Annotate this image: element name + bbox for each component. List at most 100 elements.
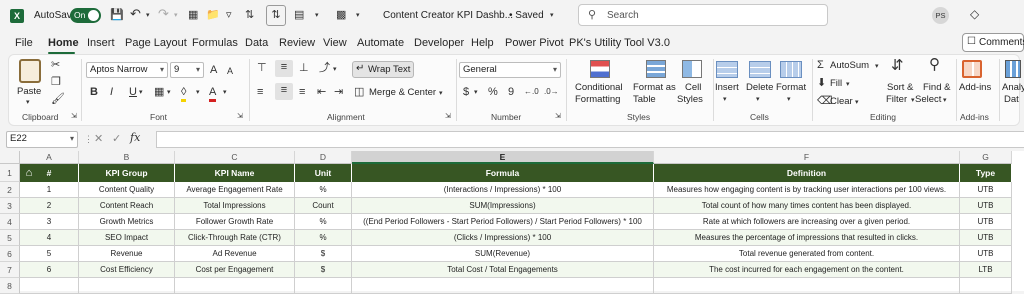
cell-f2[interactable]: Measures how engaging content is by trac…	[654, 182, 960, 198]
find-select-icon[interactable]: ⚲	[929, 57, 940, 72]
add-ins-button[interactable]: Add-ins	[959, 82, 991, 93]
autosum-dropdown-icon[interactable]: ▾	[875, 60, 879, 74]
borders-dropdown-icon[interactable]: ▾	[167, 86, 171, 100]
cancel-icon[interactable]: ✕	[94, 132, 103, 146]
cell-f3[interactable]: Total count of how many times content ha…	[654, 198, 960, 214]
cell-styles-label-1[interactable]: Cell	[685, 82, 701, 93]
cell-e5[interactable]: (Clicks / Impressions) * 100	[352, 230, 654, 246]
orientation-dropdown-icon[interactable]: ▾	[333, 63, 337, 77]
cell-g5[interactable]: UTB	[960, 230, 1012, 246]
touch-mode-icon[interactable]: ⇅	[266, 5, 286, 26]
wrap-text-button[interactable]: ↵ Wrap Text	[352, 61, 414, 78]
more-commands-icon[interactable]: ▾	[356, 9, 360, 23]
home-icon[interactable]: ⌂	[20, 164, 38, 182]
cell-e6[interactable]: SUM(Revenue)	[352, 246, 654, 262]
align-left-icon[interactable]: ≡	[257, 85, 263, 99]
row-header-6[interactable]: 6	[0, 246, 20, 262]
cell-a7[interactable]: 6	[20, 262, 79, 278]
cell-f5[interactable]: Measures the percentage of impressions t…	[654, 230, 960, 246]
conditional-formatting-label-1[interactable]: Conditional	[575, 82, 623, 93]
cell-d4[interactable]: %	[295, 214, 352, 230]
filter-icon[interactable]: ▿	[226, 8, 232, 22]
alignment-launcher-icon[interactable]: ⇲	[445, 110, 451, 124]
table-header-cell[interactable]: Formula	[352, 164, 654, 182]
cell-f4[interactable]: Rate at which followers are increasing o…	[654, 214, 960, 230]
row-header-1[interactable]: 1	[0, 164, 20, 182]
undo-dropdown-icon[interactable]: ▾	[146, 9, 150, 23]
cell-g6[interactable]: UTB	[960, 246, 1012, 262]
cell-b3[interactable]: Content Reach	[79, 198, 175, 214]
sort-dropdown-icon[interactable]: ▾	[911, 94, 915, 108]
row-header-4[interactable]: 4	[0, 214, 20, 230]
tab-view[interactable]: View	[323, 36, 347, 50]
tab-formulas[interactable]: Formulas	[192, 36, 238, 50]
table-header-cell[interactable]: Type	[960, 164, 1012, 182]
conditional-formatting-label-2[interactable]: Formatting	[575, 94, 620, 105]
empty-cell[interactable]	[175, 278, 295, 294]
format-as-table-label-2[interactable]: Table	[633, 94, 656, 105]
find-select-label-2[interactable]: Select	[915, 94, 941, 105]
italic-button[interactable]: I	[110, 85, 113, 99]
merge-dropdown-icon[interactable]: ▾	[439, 87, 443, 101]
copy-icon[interactable]: ❐	[51, 75, 61, 89]
enter-icon[interactable]: ✓	[112, 132, 121, 146]
cell-b7[interactable]: Cost Efficiency	[79, 262, 175, 278]
cell-g4[interactable]: UTB	[960, 214, 1012, 230]
font-launcher-icon[interactable]: ⇲	[237, 110, 243, 124]
cell-c5[interactable]: Click-Through Rate (CTR)	[175, 230, 295, 246]
column-header-b[interactable]: B	[79, 151, 175, 164]
decrease-font-button[interactable]: A	[227, 64, 233, 78]
font-name-dropdown[interactable]: Aptos Narrow ▾	[86, 62, 168, 78]
cell-d5[interactable]: %	[295, 230, 352, 246]
fill-color-icon[interactable]: ◊	[181, 85, 187, 102]
column-header-c[interactable]: C	[175, 151, 295, 164]
bold-button[interactable]: B	[90, 85, 98, 99]
add-ins-icon[interactable]	[962, 60, 982, 78]
delete-cells-icon[interactable]	[749, 61, 771, 78]
cell-b2[interactable]: Content Quality	[79, 182, 175, 198]
column-header-a[interactable]: A	[20, 151, 79, 164]
insert-function-icon[interactable]: fx	[130, 131, 140, 145]
decrease-indent-icon[interactable]: ⇤	[317, 85, 326, 99]
analyze-data-label-1[interactable]: Analy	[1002, 82, 1024, 93]
sort-filter-label-1[interactable]: Sort &	[887, 82, 913, 93]
empty-cell[interactable]	[79, 278, 175, 294]
cell-e3[interactable]: SUM(Impressions)	[352, 198, 654, 214]
status-dropdown-icon[interactable]: ▾	[550, 9, 554, 23]
paste-dropdown-icon[interactable]: ▾	[26, 96, 30, 110]
orientation-icon[interactable]: ⤴	[319, 61, 330, 75]
cell-d6[interactable]: $	[295, 246, 352, 262]
table-header-cell[interactable]: KPI Name	[175, 164, 295, 182]
sort-icon[interactable]: ⇅	[245, 8, 254, 22]
document-title[interactable]: Content Creator KPI Dashb...	[383, 9, 513, 23]
increase-indent-icon[interactable]: ⇥	[334, 85, 343, 99]
clear-button[interactable]: Clear	[830, 96, 853, 107]
increase-decimal-icon[interactable]: ←.0	[524, 85, 539, 99]
cell-c7[interactable]: Cost per Engagement	[175, 262, 295, 278]
save-icon[interactable]: 💾	[110, 8, 124, 22]
cell-g3[interactable]: UTB	[960, 198, 1012, 214]
autosum-button[interactable]: AutoSum	[830, 60, 869, 71]
tab-developer[interactable]: Developer	[414, 36, 464, 50]
empty-cell[interactable]	[295, 278, 352, 294]
format-cells-icon[interactable]	[780, 61, 802, 78]
comma-style-button[interactable]: 9	[508, 85, 514, 99]
more-options-icon[interactable]: ⋮	[84, 132, 93, 146]
cell-a2[interactable]: 1	[20, 182, 79, 198]
paste-icon[interactable]	[19, 59, 41, 83]
currency-button[interactable]: $	[463, 85, 469, 99]
freeze-panes-icon[interactable]: ▤	[294, 8, 304, 22]
insert-cells-icon[interactable]	[716, 61, 738, 78]
tab-file[interactable]: File	[15, 36, 33, 50]
undo-icon[interactable]: ↶	[130, 7, 141, 21]
align-center-icon[interactable]: ≡	[275, 83, 293, 100]
sort-filter-label-2[interactable]: Filter	[886, 94, 907, 105]
tab-power-pivot[interactable]: Power Pivot	[505, 36, 564, 50]
cell-e4[interactable]: ((End Period Followers - Start Period Fo…	[352, 214, 654, 230]
sort-filter-icon[interactable]: ⇵	[891, 58, 904, 73]
cell-d3[interactable]: Count	[295, 198, 352, 214]
cell-d2[interactable]: %	[295, 182, 352, 198]
tab-insert[interactable]: Insert	[87, 36, 115, 50]
merge-center-button[interactable]: Merge & Center	[369, 87, 436, 98]
formula-input[interactable]	[156, 131, 1024, 148]
